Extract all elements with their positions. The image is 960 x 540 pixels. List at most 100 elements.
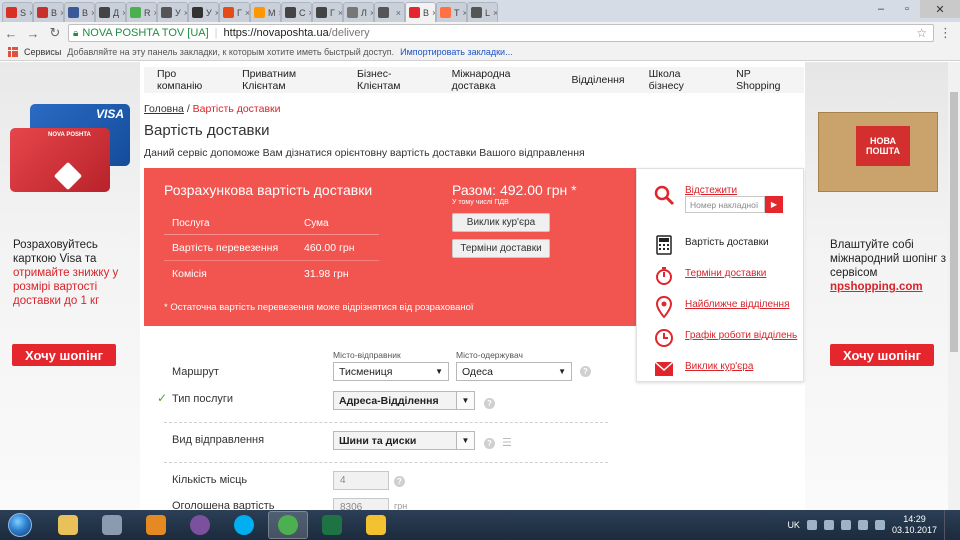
sender-city-select[interactable]: Тисмениця ▼	[333, 362, 449, 381]
row-sum: 31.98 грн	[304, 268, 349, 280]
sidebar-item-nearest[interactable]: Найближче відділення	[637, 293, 805, 319]
help-icon[interactable]: ?	[484, 438, 495, 449]
declared-value-input[interactable]: 8306	[333, 498, 389, 510]
nav-item[interactable]: Бізнес-Клієнтам	[345, 68, 440, 92]
page-scrollbar[interactable]	[948, 62, 960, 510]
browser-tab[interactable]: В×	[64, 2, 95, 22]
browser-tab[interactable]: Г ×	[312, 2, 343, 22]
skype-tray-icon[interactable]	[823, 520, 834, 530]
left-shopping-button[interactable]: Хочу шопінг	[12, 344, 116, 366]
sidebar-item-cost[interactable]: Вартість доставки	[637, 231, 805, 257]
tab-favicon-icon	[409, 7, 420, 18]
delivery-terms-button[interactable]: Терміни доставки	[452, 239, 550, 258]
sidebar-item-courier[interactable]: Виклик кур'єра	[637, 355, 805, 381]
sidebar-item-terms[interactable]: Терміни доставки	[637, 262, 805, 288]
browser-tab[interactable]: L ×	[467, 2, 498, 22]
browser-tab[interactable]: M×	[250, 2, 281, 22]
col-service-header: Послуга	[172, 217, 210, 229]
breadcrumb-home-link[interactable]: Головна	[144, 103, 184, 115]
taskbar-app-explorer[interactable]	[48, 511, 88, 539]
taskbar-app-excel[interactable]	[312, 511, 352, 539]
taskbar-app-skype[interactable]	[224, 511, 264, 539]
forward-arrow-icon[interactable]: →	[22, 26, 44, 41]
scrollbar-thumb[interactable]	[950, 92, 958, 352]
recipient-city-select[interactable]: Одеса ▼	[456, 362, 572, 381]
clock[interactable]: 14:29 03.10.2017	[892, 514, 937, 536]
browser-tab[interactable]: S×	[2, 2, 33, 22]
bookmark-star-icon[interactable]: ☆	[916, 26, 927, 40]
taskbar-apps	[48, 511, 400, 539]
browser-tab[interactable]: У×	[157, 2, 188, 22]
help-icon[interactable]: ?	[484, 398, 495, 409]
browser-tab[interactable]: Л×	[343, 2, 374, 22]
npshopping-link[interactable]: npshopping.com	[830, 281, 923, 293]
url-path: /delivery	[328, 27, 370, 39]
browser-menu-icon[interactable]: ⋮	[939, 25, 952, 41]
tab-favicon-icon	[68, 7, 79, 18]
start-button[interactable]	[0, 510, 40, 540]
viber-tray-icon[interactable]	[806, 520, 817, 530]
list-icon[interactable]: ☰	[502, 436, 512, 449]
taskbar-app-chrome[interactable]	[268, 511, 308, 539]
apps-label[interactable]: Сервисы	[24, 47, 61, 57]
show-desktop-button[interactable]	[944, 510, 952, 540]
language-indicator[interactable]: UK	[787, 520, 800, 530]
nav-item[interactable]: Приватним Клієнтам	[230, 68, 345, 92]
help-icon[interactable]: ?	[580, 366, 591, 377]
right-promo-image[interactable]: НОВА ПОШТА	[808, 82, 948, 202]
tab-close-icon[interactable]: ×	[396, 8, 401, 18]
windows-taskbar: UK 14:29 03.10.2017	[0, 510, 960, 540]
waybill-number-input[interactable]: Номер накладної	[685, 196, 765, 213]
taskbar-app-network[interactable]	[92, 511, 132, 539]
help-icon[interactable]: ?	[394, 476, 405, 487]
browser-tab[interactable]: В×	[33, 2, 64, 22]
declared-value-label: Оголошена вартість	[172, 500, 275, 510]
close-window-button[interactable]: ✕	[920, 0, 960, 18]
track-submit-button[interactable]: ▶	[765, 196, 783, 213]
sender-city-value: Тисмениця	[339, 365, 393, 378]
left-promo-cards[interactable]: VISA NOVA POSHTA	[10, 104, 135, 194]
service-type-select[interactable]: Адреса-Відділення ▼	[333, 391, 475, 410]
browser-tab[interactable]: R×	[126, 2, 157, 22]
back-arrow-icon[interactable]: ←	[0, 26, 22, 41]
nav-item[interactable]: Відділення	[559, 74, 636, 86]
track-link[interactable]: Відстежити	[685, 185, 737, 196]
reload-icon[interactable]: ↻	[44, 25, 66, 41]
places-input[interactable]: 4	[333, 471, 389, 490]
network-icon[interactable]	[857, 520, 868, 530]
divider	[164, 422, 608, 423]
browser-tab[interactable]: Д×	[95, 2, 126, 22]
tab-favicon-icon	[161, 7, 172, 18]
tab-title: В	[423, 7, 430, 18]
browser-tab[interactable]: Г ×	[219, 2, 250, 22]
tab-title: Д	[113, 7, 120, 18]
address-bar[interactable]: 🔒︎ NOVA POSHTA TOV [UA] | https://novapo…	[68, 24, 934, 42]
route-label: Маршрут	[172, 366, 219, 378]
shipment-type-select[interactable]: Шини та диски ▼	[333, 431, 475, 450]
nav-item[interactable]: NP Shopping	[724, 68, 804, 92]
taskbar-app-1c[interactable]	[356, 511, 396, 539]
taskbar-app-outlook[interactable]	[136, 511, 176, 539]
minimize-button[interactable]: –	[868, 0, 894, 18]
maximize-button[interactable]: ▫	[894, 0, 920, 18]
browser-tab[interactable]: Т×	[436, 2, 467, 22]
browser-tab[interactable]: В×	[405, 2, 436, 22]
call-courier-button[interactable]: Виклик кур'єра	[452, 213, 550, 232]
volume-icon[interactable]	[874, 520, 885, 530]
apps-grid-icon[interactable]	[8, 47, 18, 57]
browser-tab[interactable]: ×	[374, 2, 405, 22]
tray-app-icon[interactable]	[840, 520, 851, 530]
right-shopping-button[interactable]: Хочу шопінг	[830, 344, 934, 366]
nav-item[interactable]: Про компанію	[144, 68, 230, 92]
browser-tab[interactable]: У×	[188, 2, 219, 22]
nav-item[interactable]: Міжнародна доставка	[440, 68, 560, 92]
sidebar-item-schedule[interactable]: Графік роботи відділень	[637, 324, 805, 350]
import-bookmarks-link[interactable]: Импортировать закладки...	[400, 47, 512, 57]
table-row: Вартість перевезення 460.00 грн	[164, 235, 379, 261]
taskbar-app-viber[interactable]	[180, 511, 220, 539]
nav-item[interactable]: Школа бізнесу	[637, 68, 725, 92]
browser-tab[interactable]: С×	[281, 2, 312, 22]
tab-title: У	[175, 7, 181, 18]
side-panel: Відстежити Номер накладної ▶ Вартість до…	[636, 168, 804, 382]
tab-close-icon[interactable]: ×	[493, 8, 497, 18]
